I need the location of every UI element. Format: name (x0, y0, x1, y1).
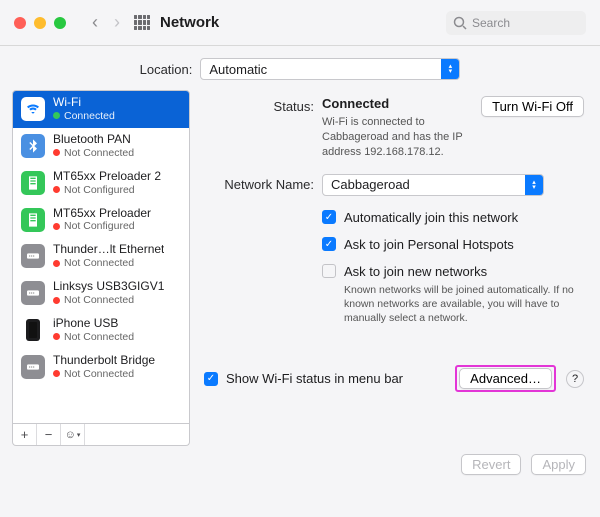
remove-service-button[interactable]: − (37, 424, 61, 445)
ask-hotspots-checkbox[interactable]: ✓ Ask to join Personal Hotspots (322, 237, 584, 252)
service-name: Linksys USB3GIGV1 (53, 280, 164, 294)
checkbox-empty-icon (322, 264, 336, 278)
service-status: Not Connected (53, 331, 134, 343)
all-prefs-icon[interactable] (134, 15, 150, 31)
forward-button[interactable]: › (106, 12, 128, 34)
show-status-checkbox[interactable]: ✓ Show Wi-Fi status in menu bar (204, 371, 455, 386)
ask-new-networks-checkbox[interactable]: Ask to join new networks (322, 264, 584, 279)
service-status: Not Connected (53, 257, 164, 269)
status-dot-icon (53, 333, 60, 340)
service-name: Bluetooth PAN (53, 133, 134, 147)
checkmark-icon: ✓ (204, 372, 218, 386)
service-status: Not Configured (53, 184, 161, 196)
status-dot-icon (53, 260, 60, 267)
status-label: Status: (204, 96, 322, 114)
service-status: Not Connected (53, 294, 164, 306)
sidebar-item-thunder-lt-ethernet[interactable]: Thunder…lt EthernetNot Connected (13, 238, 189, 275)
zoom-icon[interactable] (54, 17, 66, 29)
service-icon (21, 281, 45, 305)
sidebar-item-bluetooth-pan[interactable]: Bluetooth PANNot Connected (13, 128, 189, 165)
service-name: Thunderbolt Bridge (53, 354, 155, 368)
chevron-updown-icon: ▴▾ (441, 59, 459, 79)
sidebar-item-wi-fi[interactable]: Wi-FiConnected (13, 91, 189, 128)
sidebar-item-iphone-usb[interactable]: iPhone USBNot Connected (13, 312, 189, 349)
service-icon (21, 134, 45, 158)
status-dot-icon (53, 112, 60, 119)
minimize-icon[interactable] (34, 17, 46, 29)
back-button[interactable]: ‹ (84, 12, 106, 34)
service-icon (21, 97, 45, 121)
service-status: Not Configured (53, 220, 151, 232)
search-icon (452, 15, 468, 31)
sidebar-item-linksys-usb3gigv1[interactable]: Linksys USB3GIGV1Not Connected (13, 275, 189, 312)
checkmark-icon: ✓ (322, 237, 336, 251)
status-dot-icon (53, 370, 60, 377)
service-status: Connected (53, 110, 115, 122)
network-name-label: Network Name: (204, 174, 322, 192)
network-name-select[interactable]: Cabbageroad ▴▾ (322, 174, 544, 196)
location-row: Location: Automatic ▴▾ (12, 58, 588, 80)
service-list[interactable]: Wi-FiConnectedBluetooth PANNot Connected… (12, 90, 190, 424)
revert-button[interactable]: Revert (461, 454, 521, 475)
apply-button[interactable]: Apply (531, 454, 586, 475)
service-icon (21, 318, 45, 342)
service-name: MT65xx Preloader (53, 207, 151, 221)
window-controls (14, 17, 66, 29)
status-dot-icon (53, 186, 60, 193)
service-icon (21, 171, 45, 195)
sidebar-item-mt65xx-preloader-2[interactable]: MT65xx Preloader 2Not Configured (13, 165, 189, 202)
status-value: Connected (322, 96, 481, 111)
window-title: Network (160, 14, 446, 31)
service-status: Not Connected (53, 147, 134, 159)
service-status: Not Connected (53, 368, 155, 380)
sidebar-item-mt65xx-preloader[interactable]: MT65xx PreloaderNot Configured (13, 202, 189, 239)
service-icon (21, 208, 45, 232)
service-actions-button[interactable]: ☺︎▾ (61, 424, 85, 445)
turn-wifi-off-button[interactable]: Turn Wi-Fi Off (481, 96, 584, 117)
sidebar-item-thunderbolt-bridge[interactable]: Thunderbolt BridgeNot Connected (13, 349, 189, 386)
close-icon[interactable] (14, 17, 26, 29)
status-description: Wi-Fi is connected to Cabbageroad and ha… (322, 115, 481, 160)
chevron-updown-icon: ▴▾ (525, 175, 543, 195)
service-name: Thunder…lt Ethernet (53, 243, 164, 257)
ask-new-description: Known networks will be joined automatica… (344, 283, 574, 326)
footer: Revert Apply (0, 446, 600, 487)
titlebar: ‹ › Network Search (0, 0, 600, 46)
detail-pane: Status: Connected Wi-Fi is connected to … (200, 90, 588, 446)
status-dot-icon (53, 149, 60, 156)
service-name: MT65xx Preloader 2 (53, 170, 161, 184)
service-icon (21, 244, 45, 268)
service-name: Wi-Fi (53, 96, 115, 110)
service-toolbar: + − ☺︎▾ (12, 424, 190, 446)
service-icon (21, 355, 45, 379)
auto-join-checkbox[interactable]: ✓ Automatically join this network (322, 210, 584, 225)
add-service-button[interactable]: + (13, 424, 37, 445)
advanced-highlight: Advanced… (455, 365, 556, 392)
status-dot-icon (53, 223, 60, 230)
advanced-button[interactable]: Advanced… (459, 368, 552, 389)
location-label: Location: (140, 62, 193, 77)
location-select[interactable]: Automatic ▴▾ (200, 58, 460, 80)
service-name: iPhone USB (53, 317, 134, 331)
status-dot-icon (53, 297, 60, 304)
search-input[interactable]: Search (446, 11, 586, 35)
help-button[interactable]: ? (566, 370, 584, 388)
checkmark-icon: ✓ (322, 210, 336, 224)
